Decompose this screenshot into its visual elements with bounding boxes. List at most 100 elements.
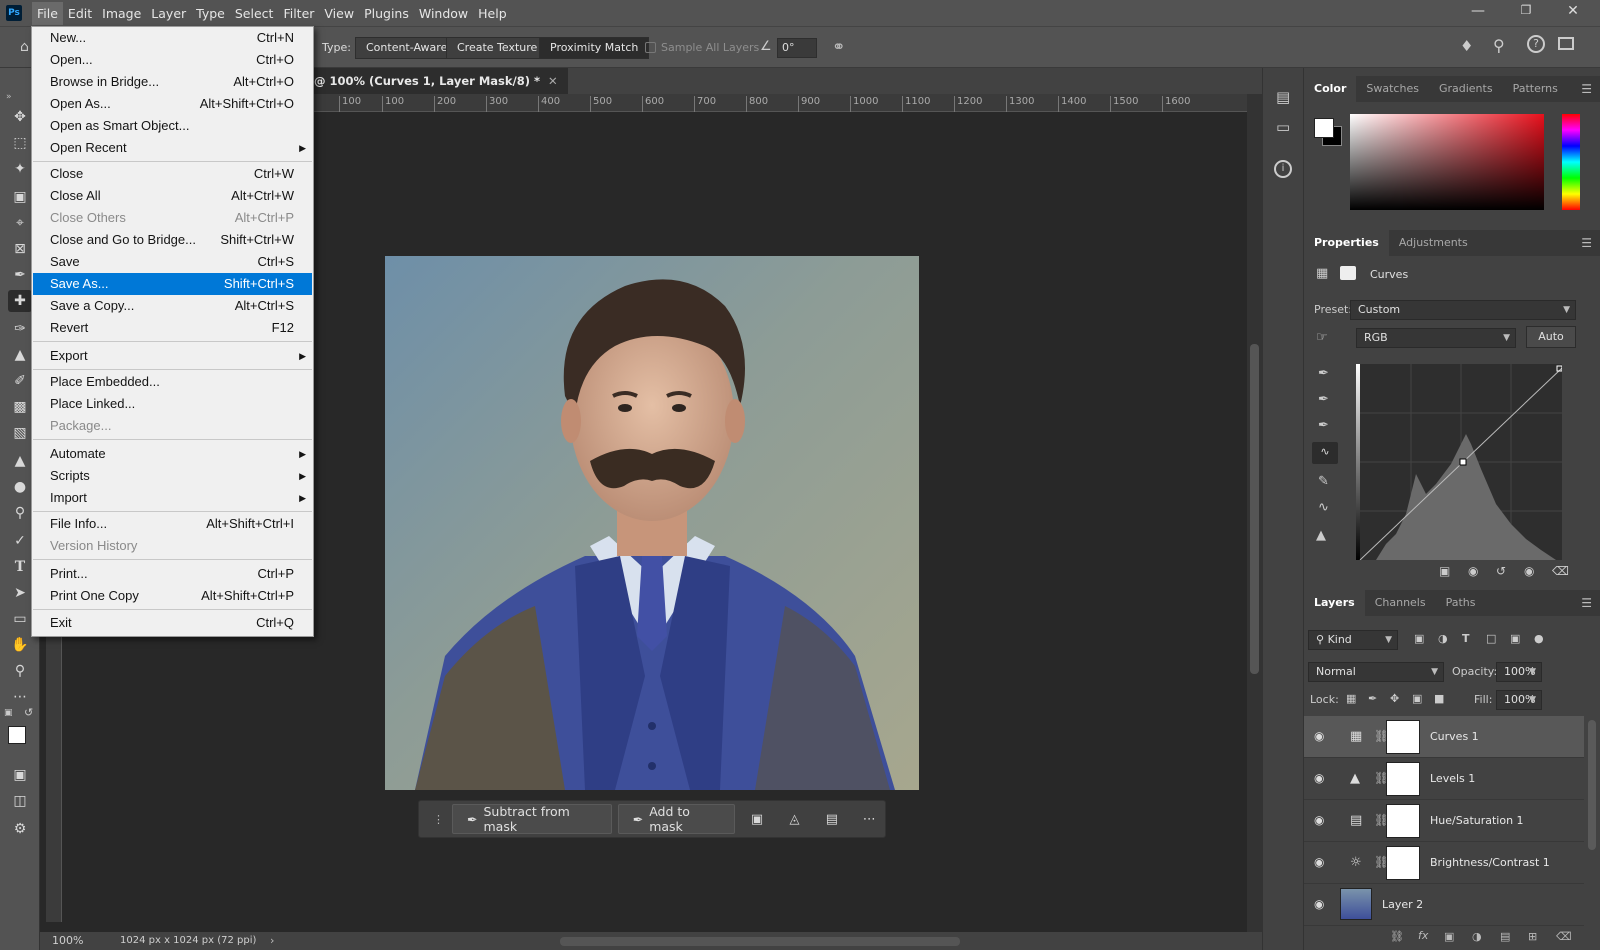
content-aware-button[interactable]: Content-Aware — [355, 37, 459, 59]
layer-mask-thumbnail[interactable] — [1386, 804, 1420, 838]
portrait-image[interactable] — [385, 256, 919, 790]
vertical-scrollbar[interactable] — [1247, 94, 1262, 932]
shape-filter-icon[interactable]: □ — [1486, 632, 1496, 645]
lock-transparent-icon[interactable]: ▦ — [1346, 692, 1356, 705]
color-foreground-swatch[interactable] — [1314, 118, 1334, 138]
menu-item-save-as[interactable]: Save As... Shift+Ctrl+S — [33, 273, 312, 295]
properties-panel-menu-icon[interactable]: ☰ — [1581, 236, 1592, 250]
layer-row-levels-1[interactable]: ◉ ▲ ⛓ Levels 1 — [1304, 758, 1584, 800]
black-point-eyedropper-icon[interactable]: ✒ — [1318, 366, 1329, 381]
new-adjustment-icon[interactable]: ◑ — [1472, 930, 1482, 943]
menu-window[interactable]: Window — [414, 2, 473, 25]
subtract-from-mask-button[interactable]: ✒ Subtract from mask — [452, 804, 612, 834]
crop-tool-icon[interactable]: ⌖ — [8, 212, 32, 234]
layer-mask-thumbnail[interactable] — [1386, 846, 1420, 880]
help-icon[interactable]: ? — [1527, 35, 1545, 53]
eye-icon[interactable]: ◉ — [1314, 897, 1324, 911]
blur-tool-icon[interactable]: ▲ — [8, 450, 32, 472]
more-tools-icon[interactable]: ⋯ — [8, 686, 32, 708]
history-brush-tool-icon[interactable]: ✐ — [8, 370, 32, 392]
layer-mask-thumbnail[interactable] — [1386, 762, 1420, 796]
pen-tool-icon[interactable]: ✓ — [8, 530, 32, 552]
status-arrow-icon[interactable]: › — [270, 934, 274, 947]
gradient-tool-icon[interactable]: ▧ — [8, 422, 32, 444]
menu-item-close-and-go-to-bridge[interactable]: Close and Go to Bridge... Shift+Ctrl+W — [33, 229, 312, 251]
hue-slider[interactable] — [1562, 114, 1580, 210]
reset-icon[interactable]: ↺ — [1496, 564, 1506, 578]
curve-points-icon[interactable]: ∿ — [1312, 442, 1338, 464]
zoom-level[interactable]: 100% — [52, 934, 83, 947]
menu-item-close-all[interactable]: Close All Alt+Ctrl+W — [33, 185, 312, 207]
delete-adjustment-icon[interactable]: ⌫ — [1552, 564, 1569, 578]
lock-artboard-icon[interactable]: ▣ — [1412, 692, 1422, 705]
smooth-curve-icon[interactable]: ∿ — [1318, 500, 1329, 515]
smart-object-filter-icon[interactable]: ▣ — [1510, 632, 1520, 645]
menu-item-print[interactable]: Print... Ctrl+P — [33, 563, 312, 585]
menu-filter[interactable]: Filter — [278, 2, 319, 25]
fx-icon[interactable]: fx — [1418, 929, 1428, 942]
dodge-tool-icon[interactable]: ● — [8, 476, 32, 498]
lock-position-icon[interactable]: ✥ — [1390, 692, 1399, 705]
tab-color[interactable]: Color — [1304, 76, 1357, 102]
gray-point-eyedropper-icon[interactable]: ✒ — [1318, 392, 1329, 407]
tab-paths[interactable]: Paths — [1436, 590, 1486, 616]
restore-icon[interactable]: ❐ — [1503, 3, 1549, 23]
layer-mask-icon[interactable] — [1340, 266, 1356, 280]
close-tab-icon[interactable]: ✕ — [548, 68, 558, 94]
menu-edit[interactable]: Edit — [63, 2, 97, 25]
invert-mask-icon[interactable]: ▤ — [816, 804, 847, 834]
tab-gradients[interactable]: Gradients — [1429, 76, 1503, 102]
clone-stamp-tool-icon[interactable]: ▲ — [8, 344, 32, 366]
new-group-icon[interactable]: ▤ — [1500, 930, 1510, 943]
layers-scroll-thumb[interactable] — [1588, 720, 1596, 850]
filter-toggle-icon[interactable]: ● — [1534, 632, 1544, 645]
burn-tool-icon[interactable]: ⚲ — [8, 502, 32, 524]
curves-graph[interactable] — [1356, 364, 1562, 560]
home-icon[interactable]: ⌂ — [20, 39, 29, 55]
tab-properties[interactable]: Properties — [1304, 230, 1389, 256]
close-icon[interactable]: ✕ — [1550, 3, 1596, 23]
layer-mask-thumbnail[interactable] — [1386, 720, 1420, 754]
document-tab[interactable]: @ 100% (Curves 1, Layer Mask/8) * ✕ — [310, 68, 568, 94]
select-subject-mask-icon[interactable]: ▣ — [741, 804, 772, 834]
eye-icon[interactable]: ◉ — [1314, 729, 1324, 743]
tab-adjustments[interactable]: Adjustments — [1389, 230, 1478, 256]
healing-brush-tool-icon[interactable]: ✚ — [8, 290, 32, 312]
menu-plugins[interactable]: Plugins — [359, 2, 414, 25]
menu-item-place-linked[interactable]: Place Linked... — [33, 393, 312, 415]
visibility-icon[interactable]: ◉ — [1524, 564, 1534, 578]
clipping-warning-icon[interactable]: ▲ — [1316, 528, 1326, 543]
lock-all-icon[interactable]: ■ — [1434, 692, 1444, 705]
rectangle-tool-icon[interactable]: ▭ — [8, 608, 32, 630]
blend-mode-dropdown[interactable]: Normal ▼ — [1308, 662, 1444, 682]
opacity-input[interactable]: 100% ▼ — [1496, 662, 1542, 682]
menu-item-scripts[interactable]: Scripts ▶ — [33, 465, 312, 487]
menu-item-open-as[interactable]: Open As... Alt+Shift+Ctrl+O — [33, 93, 312, 115]
delete-layer-icon[interactable]: ⌫ — [1556, 930, 1572, 943]
color-panel-menu-icon[interactable]: ☰ — [1581, 82, 1592, 96]
layer-row-curves-1[interactable]: ◉ ▦ ⛓ Curves 1 — [1304, 716, 1584, 758]
tab-layers[interactable]: Layers — [1304, 590, 1365, 616]
more-options-icon[interactable]: ⋯ — [854, 804, 885, 834]
notification-bell-icon[interactable]: ♦ — [1460, 37, 1473, 55]
lock-pixels-icon[interactable]: ✒ — [1368, 692, 1377, 705]
hand-tool-icon[interactable]: ✋ — [8, 634, 32, 656]
menu-item-print-one-copy[interactable]: Print One Copy Alt+Shift+Ctrl+P — [33, 585, 312, 607]
layer-row-layer-2[interactable]: ◉ Layer 2 — [1304, 884, 1584, 926]
menu-item-automate[interactable]: Automate ▶ — [33, 443, 312, 465]
horizontal-scroll-thumb[interactable] — [560, 937, 960, 946]
object-selection-tool-icon[interactable]: ▣ — [8, 186, 32, 208]
target-adjustment-icon[interactable]: ☞ — [1316, 330, 1328, 345]
zoom-tool-icon[interactable]: ⚲ — [8, 660, 32, 682]
add-to-mask-button[interactable]: ✒ Add to mask — [617, 804, 736, 834]
workspace-icon[interactable] — [1558, 37, 1574, 50]
quick-selection-tool-icon[interactable]: ✦ — [8, 158, 32, 180]
menu-view[interactable]: View — [319, 2, 359, 25]
menu-item-save-a-copy[interactable]: Save a Copy... Alt+Ctrl+S — [33, 295, 312, 317]
curves-adjustment-icon[interactable]: ▦ — [1316, 266, 1328, 281]
comments-panel-icon[interactable]: ▭ — [1276, 118, 1290, 136]
preset-dropdown[interactable]: Custom ▼ — [1350, 300, 1576, 320]
eye-icon[interactable]: ◉ — [1314, 771, 1324, 785]
menu-help[interactable]: Help — [473, 2, 512, 25]
menu-select[interactable]: Select — [230, 2, 279, 25]
